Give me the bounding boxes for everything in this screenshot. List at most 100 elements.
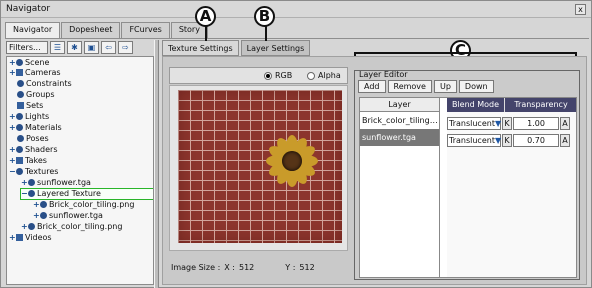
- shader-icon: [16, 146, 23, 153]
- tree-item-videos[interactable]: + Videos: [9, 233, 52, 243]
- title-bar: Navigator x: [1, 1, 591, 18]
- brick-texture-image: [178, 90, 342, 243]
- tree-item-poses[interactable]: Poses: [17, 134, 49, 144]
- list-icon[interactable]: ☰: [50, 41, 65, 54]
- tree-item-constraints[interactable]: Constraints: [17, 79, 72, 89]
- texture-file-icon: [40, 201, 47, 208]
- layer-editor: Layer Editor Add Remove Up Down Layer Br…: [354, 70, 580, 280]
- blend-mode-select[interactable]: Translucent▼: [447, 116, 502, 130]
- tree-item-sets[interactable]: Sets: [17, 101, 43, 111]
- tree-item-label: Poses: [26, 134, 49, 143]
- tree-item-label: Layered Texture: [37, 189, 101, 198]
- tab-fcurves[interactable]: FCurves: [121, 22, 170, 38]
- scene-icon: [16, 59, 23, 66]
- star-icon[interactable]: ✱: [67, 41, 82, 54]
- texture-file-icon: [28, 179, 35, 186]
- dropdown-icon: ▼: [494, 135, 502, 145]
- tab-dopesheet[interactable]: Dopesheet: [61, 22, 121, 38]
- tree-item-takes[interactable]: + Takes: [9, 156, 47, 166]
- panel-splitter[interactable]: [154, 40, 159, 288]
- keyframe-button[interactable]: K: [502, 133, 512, 147]
- tree-item-label: Brick_color_tiling.png: [49, 200, 135, 209]
- tree-item-groups[interactable]: Groups: [17, 90, 55, 100]
- tree-item-label: Constraints: [26, 79, 72, 88]
- material-icon: [16, 124, 23, 131]
- tree-item-shaders[interactable]: + Shaders: [9, 145, 58, 155]
- add-layer-button[interactable]: Add: [358, 80, 386, 93]
- x-value: 512: [238, 263, 255, 272]
- texture-icon: [16, 168, 23, 175]
- close-button[interactable]: x: [575, 4, 586, 15]
- tree-item-label: Materials: [25, 123, 62, 132]
- tree-item-sunflower-child[interactable]: + sunflower.tga: [33, 211, 103, 221]
- tree-item-cameras[interactable]: + Cameras: [9, 68, 61, 78]
- x-label: X :: [224, 263, 235, 272]
- take-icon: [16, 157, 23, 164]
- tree-item-textures[interactable]: − Textures: [9, 167, 58, 177]
- main-tabs: Navigator Dopesheet FCurves Story: [5, 22, 209, 39]
- radio-icon: [307, 71, 315, 80]
- tree-item-sunflower[interactable]: + sunflower.tga: [21, 178, 91, 188]
- rgb-label: RGB: [275, 71, 293, 80]
- animate-button[interactable]: A: [560, 133, 570, 147]
- tree-item-label: Shaders: [25, 145, 58, 154]
- scene-tree: + Scene + Cameras Constraints Groups Sets …: [6, 56, 154, 285]
- blend-row-sunflower: Translucent▼ K 0.70 A: [447, 132, 576, 148]
- image-size-readout: Image Size : X : 512 Y : 512: [171, 263, 341, 272]
- tree-item-label: Takes: [25, 156, 47, 165]
- window-title: Navigator: [6, 4, 51, 14]
- filters-button[interactable]: Filters...: [6, 41, 48, 54]
- tab-divider: [5, 38, 589, 39]
- blend-header: Blend Mode Transparency: [447, 98, 576, 112]
- layer-row-brick[interactable]: Brick_color_tiling.p...: [360, 112, 439, 129]
- tree-item-label: Groups: [26, 90, 55, 99]
- pose-icon: [17, 135, 24, 142]
- tab-layer-settings[interactable]: Layer Settings: [240, 40, 311, 56]
- sunflower-image: [266, 135, 318, 187]
- transparency-input[interactable]: 1.00: [513, 116, 559, 130]
- move-layer-down-button[interactable]: Down: [458, 80, 494, 93]
- tree-item-brick-color-tiling[interactable]: + Brick_color_tiling.png: [21, 222, 122, 232]
- tree-item-layered-texture[interactable]: − Layered Texture: [20, 188, 153, 200]
- rgb-option[interactable]: RGB: [264, 71, 292, 80]
- tree-item-label: Scene: [25, 58, 50, 67]
- dropdown-icon: ▼: [494, 118, 502, 128]
- texture-file-icon: [40, 212, 47, 219]
- tab-navigator[interactable]: Navigator: [5, 22, 61, 39]
- layer-list: Layer Brick_color_tiling.p... sunflower.…: [360, 98, 440, 277]
- back-arrow-icon[interactable]: ⇦: [101, 41, 116, 54]
- tree-item-scene[interactable]: + Scene: [9, 58, 49, 68]
- constraint-icon: [17, 80, 24, 87]
- remove-layer-button[interactable]: Remove: [387, 80, 432, 93]
- tree-item-label: sunflower.tga: [37, 178, 91, 187]
- forward-arrow-icon[interactable]: ⇨: [118, 41, 133, 54]
- texture-tabs: Texture Settings Layer Settings: [162, 40, 312, 56]
- image-size-label: Image Size :: [171, 263, 221, 272]
- video-icon: [16, 234, 23, 241]
- texture-preview: [169, 85, 348, 251]
- keyframe-button[interactable]: K: [502, 116, 512, 130]
- transparency-input[interactable]: 0.70: [513, 133, 559, 147]
- callout-a: A: [195, 6, 216, 27]
- layer-row-sunflower[interactable]: sunflower.tga: [360, 129, 439, 146]
- texture-file-icon: [28, 223, 35, 230]
- group-icon: [17, 91, 24, 98]
- tree-item-brick-color-tiling-child[interactable]: + Brick_color_tiling.png: [33, 200, 134, 210]
- lock-icon[interactable]: ▣: [84, 41, 99, 54]
- tree-item-materials[interactable]: + Materials: [9, 123, 62, 133]
- move-layer-up-button[interactable]: Up: [433, 80, 457, 93]
- navigator-toolbar: Filters... ☰ ✱ ▣ ⇦ ⇨: [6, 41, 154, 55]
- blend-mode-header: Blend Mode: [447, 98, 505, 112]
- callout-c-bracket: [354, 52, 577, 54]
- layered-texture-icon: [28, 190, 35, 197]
- blend-mode-select[interactable]: Translucent▼: [447, 133, 502, 147]
- radio-selected-icon: [264, 71, 272, 80]
- alpha-option[interactable]: Alpha: [307, 71, 341, 80]
- camera-icon: [16, 69, 23, 76]
- blend-settings: Blend Mode Transparency Translucent▼ K 1…: [447, 98, 576, 277]
- transparency-header: Transparency: [505, 98, 576, 112]
- animate-button[interactable]: A: [560, 116, 570, 130]
- sets-icon: [17, 102, 24, 109]
- tree-item-lights[interactable]: + Lights: [9, 112, 49, 122]
- tab-texture-settings[interactable]: Texture Settings: [162, 40, 239, 56]
